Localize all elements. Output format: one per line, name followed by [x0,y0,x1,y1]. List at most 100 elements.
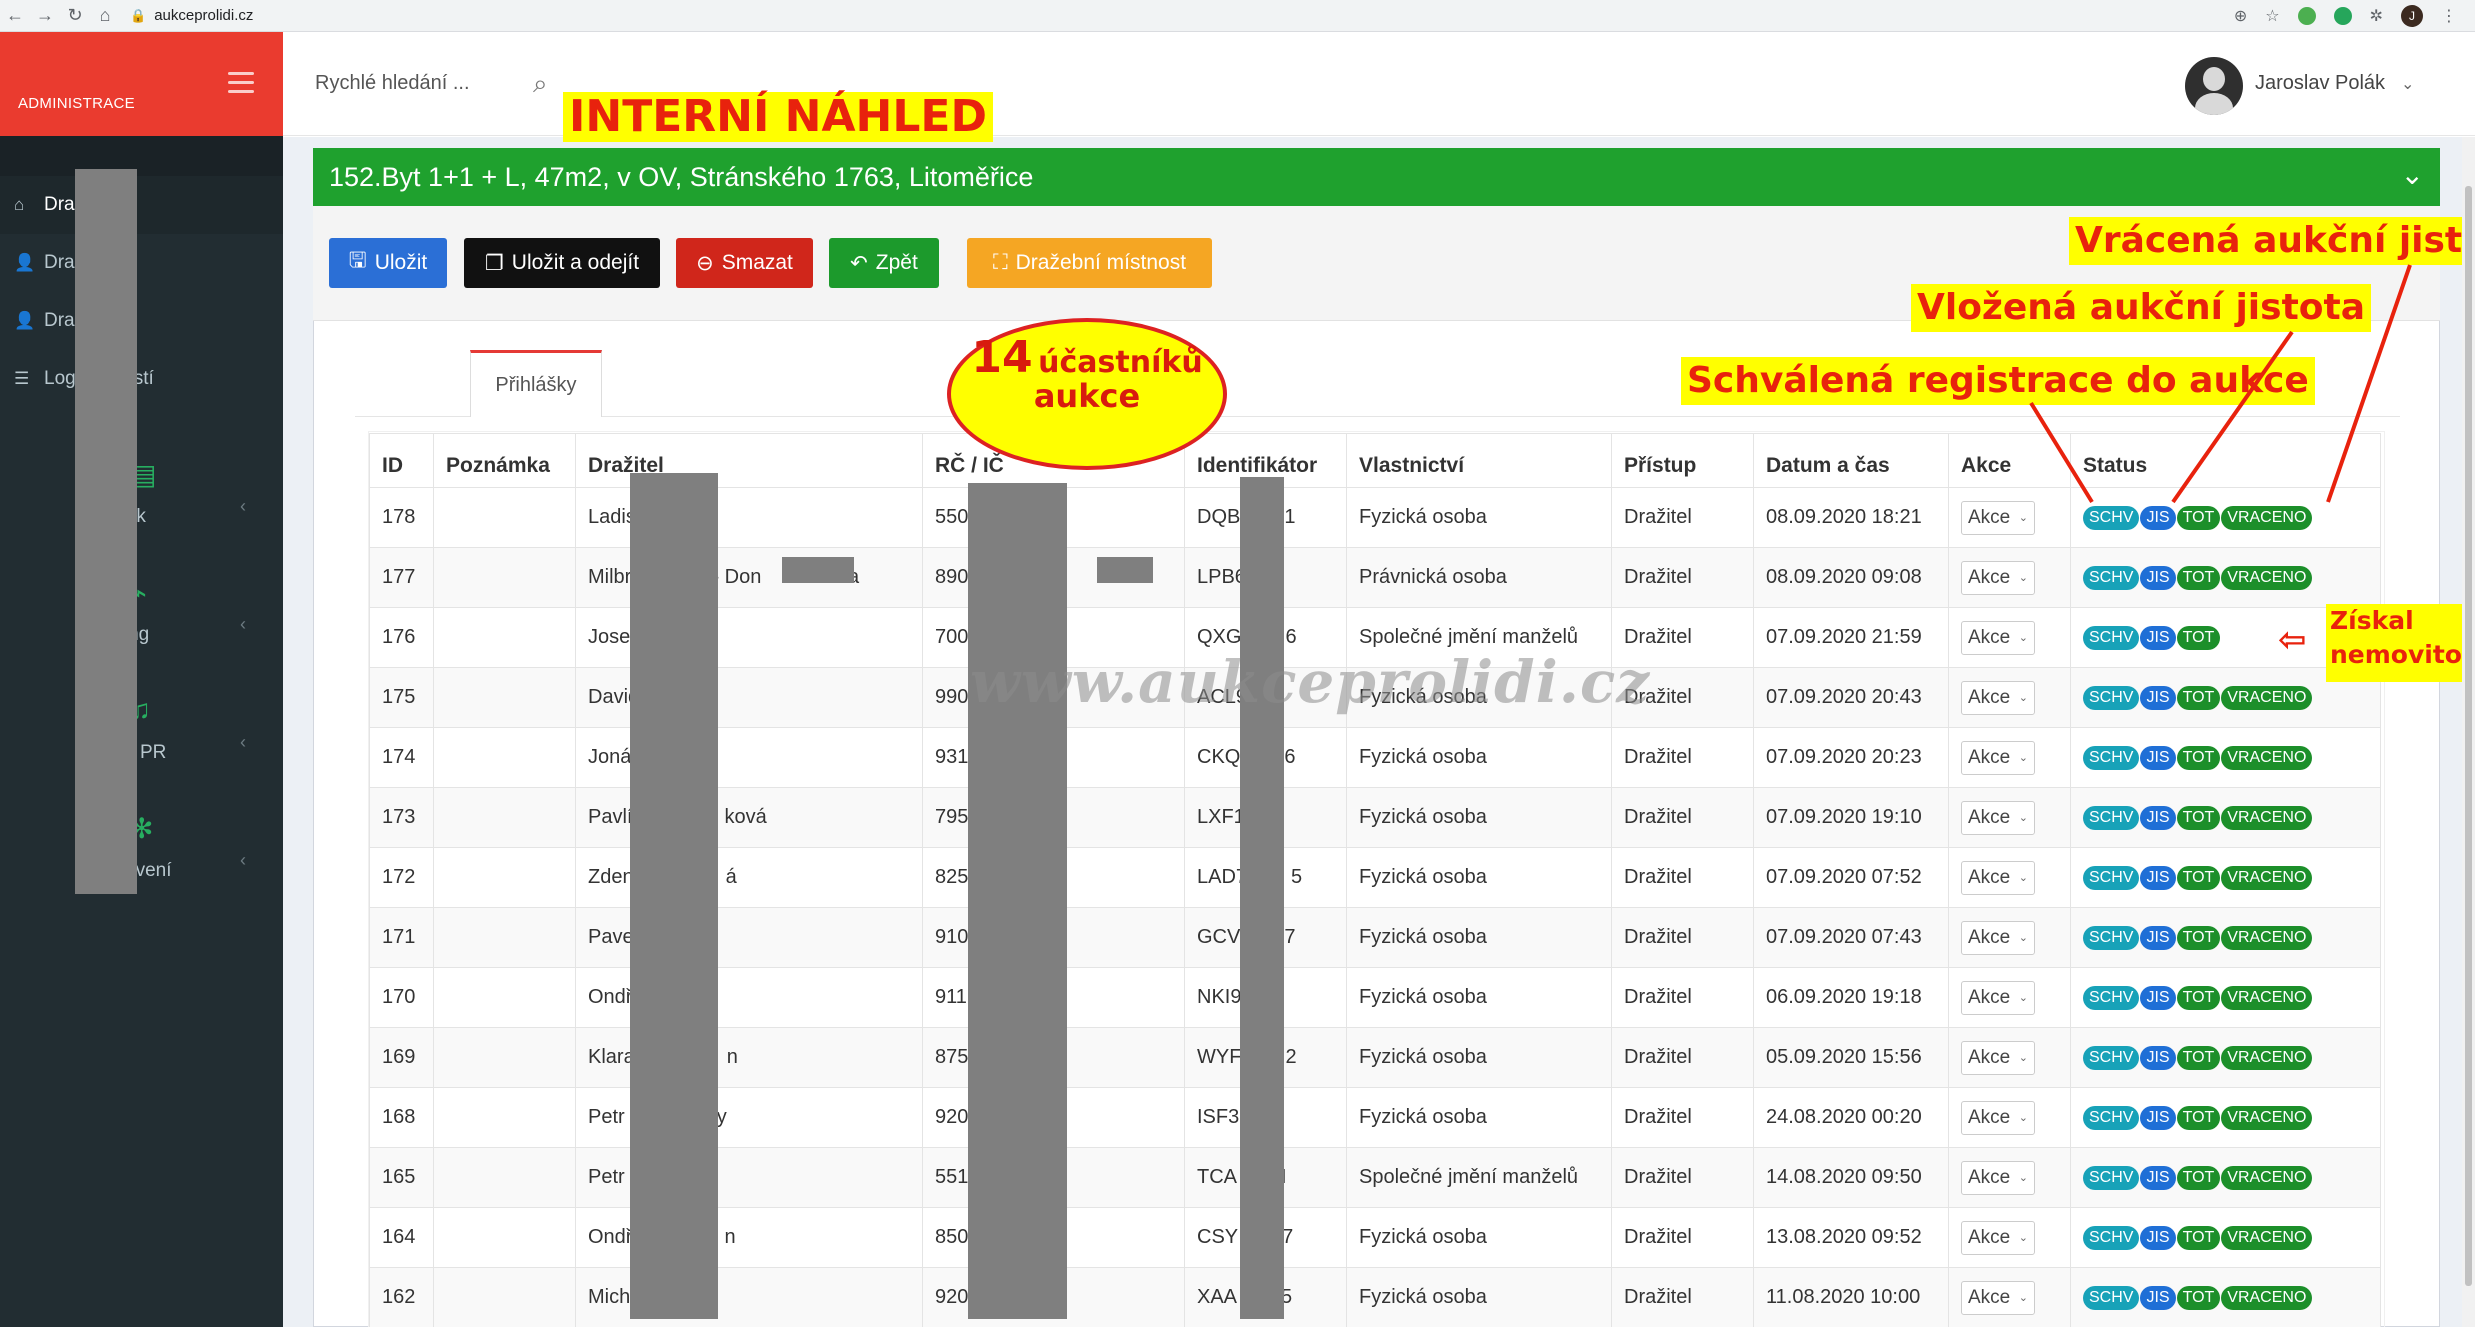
action-select[interactable]: Akce ⌄ [1961,1220,2035,1255]
status-badge-jis[interactable]: JIS [2140,806,2176,830]
sidebar-item-bidders[interactable]: 👤 Dra [0,234,283,292]
forward-arrow-icon[interactable]: → [30,0,60,32]
status-badge-tot[interactable]: TOT [2176,1166,2221,1190]
action-select[interactable]: Akce ⌄ [1961,1160,2035,1195]
home-icon[interactable]: ⌂ [90,0,120,32]
status-badge-schv[interactable]: SCHV [2083,1226,2140,1250]
col-header-status[interactable]: Status [2070,433,2381,488]
status-badge-tot[interactable]: TOT [2176,1106,2221,1130]
status-badge-tot[interactable]: TOT [2176,566,2221,590]
status-badge-vraceno[interactable]: VRACENO [2221,806,2313,830]
status-badge-jis[interactable]: JIS [2140,506,2176,530]
action-select[interactable]: Akce ⌄ [1961,740,2035,775]
col-header-action[interactable]: Akce [1948,433,2071,488]
col-header-note[interactable]: Poznámka [433,433,576,488]
status-badge-schv[interactable]: SCHV [2083,1286,2140,1310]
status-badge-vraceno[interactable]: VRACENO [2221,926,2313,950]
extension-shield-icon[interactable] [2297,6,2316,25]
col-header-id[interactable]: ID [369,433,434,488]
action-select[interactable]: Akce ⌄ [1961,920,2035,955]
back-arrow-icon[interactable]: ← [0,0,30,32]
more-menu-icon[interactable]: ⋮ [2441,6,2457,26]
status-badge-tot[interactable]: TOT [2176,686,2221,710]
status-badge-vraceno[interactable]: VRACENO [2221,1226,2313,1250]
status-badge-jis[interactable]: JIS [2140,1046,2176,1070]
col-header-datetime[interactable]: Datum a čas [1753,433,1949,488]
browser-profile-avatar[interactable]: J [2401,4,2423,27]
status-badge-jis[interactable]: JIS [2140,626,2176,650]
panel-header[interactable]: 152.Byt 1+1 + L, 47m2, v OV, Stránského … [313,148,2440,206]
status-badge-schv[interactable]: SCHV [2083,866,2140,890]
status-badge-tot[interactable]: TOT [2176,506,2221,530]
col-header-ownership[interactable]: Vlastnictví [1346,433,1612,488]
status-badge-vraceno[interactable]: VRACENO [2221,746,2313,770]
brand-label[interactable]: ADMINISTRACE [18,95,135,112]
status-badge-schv[interactable]: SCHV [2083,506,2140,530]
status-badge-vraceno[interactable]: VRACENO [2221,1046,2313,1070]
status-badge-tot[interactable]: TOT [2176,746,2221,770]
status-badge-jis[interactable]: JIS [2140,686,2176,710]
status-badge-schv[interactable]: SCHV [2083,626,2140,650]
status-badge-tot[interactable]: TOT [2176,1286,2221,1310]
status-badge-tot[interactable]: TOT [2176,926,2221,950]
status-badge-jis[interactable]: JIS [2140,866,2176,890]
status-badge-tot[interactable]: TOT [2176,866,2221,890]
status-badge-jis[interactable]: JIS [2140,566,2176,590]
search-icon[interactable]: ⌕ [533,68,548,100]
status-badge-vraceno[interactable]: VRACENO [2221,566,2313,590]
scrollbar-thumb[interactable] [2465,186,2472,1286]
action-select[interactable]: Akce ⌄ [1961,1100,2035,1135]
action-select[interactable]: Akce ⌄ [1961,980,2035,1015]
status-badge-schv[interactable]: SCHV [2083,1106,2140,1130]
hamburger-menu-icon[interactable] [228,72,254,99]
extension-grammar-icon[interactable] [2333,6,2352,25]
action-select[interactable]: Akce ⌄ [1961,500,2035,535]
reload-icon[interactable]: ↻ [60,0,90,32]
status-badge-schv[interactable]: SCHV [2083,806,2140,830]
action-select[interactable]: Akce ⌄ [1961,1280,2035,1315]
status-badge-schv[interactable]: SCHV [2083,926,2140,950]
user-name[interactable]: Jaroslav Polák [2255,72,2385,95]
status-badge-vraceno[interactable]: VRACENO [2221,686,2313,710]
address-bar[interactable]: aukceprolidi.cz [154,7,253,24]
status-badge-tot[interactable]: TOT [2176,806,2221,830]
status-badge-schv[interactable]: SCHV [2083,986,2140,1010]
status-badge-jis[interactable]: JIS [2140,986,2176,1010]
status-badge-tot[interactable]: TOT [2176,1046,2221,1070]
status-badge-jis[interactable]: JIS [2140,746,2176,770]
sidebar-item-bidders-2[interactable]: 👤 Dra [0,292,283,350]
star-icon[interactable]: ☆ [2265,6,2279,26]
status-badge-schv[interactable]: SCHV [2083,566,2140,590]
sidebar-group-settings[interactable]: ✻ avení ‹ [0,790,283,908]
delete-button[interactable]: ⊖ Smazat [676,238,813,288]
action-select[interactable]: Akce ⌄ [1961,1040,2035,1075]
status-badge-schv[interactable]: SCHV [2083,1046,2140,1070]
save-and-exit-button[interactable]: ❐ Uložit a odejít [464,238,660,288]
status-badge-schv[interactable]: SCHV [2083,686,2140,710]
quick-search-input[interactable]: Rychlé hledání ... [315,72,470,95]
status-badge-tot[interactable]: TOT [2176,1226,2221,1250]
back-button[interactable]: ↶ Zpět [829,238,939,288]
status-badge-jis[interactable]: JIS [2140,1286,2176,1310]
chevron-down-icon[interactable]: ⌄ [2401,158,2424,191]
status-badge-vraceno[interactable]: VRACENO [2221,1106,2313,1130]
status-badge-vraceno[interactable]: VRACENO [2221,1166,2313,1190]
sidebar-group-marketing[interactable]: ⌁ eting ‹ [0,554,283,672]
status-badge-schv[interactable]: SCHV [2083,746,2140,770]
sidebar-group-properties[interactable]: ▤ etek ‹ [0,436,283,554]
action-select[interactable]: Akce ⌄ [1961,800,2035,835]
zoom-icon[interactable]: ⊕ [2234,6,2247,26]
action-select[interactable]: Akce ⌄ [1961,560,2035,595]
status-badge-vraceno[interactable]: VRACENO [2221,506,2313,530]
col-header-access[interactable]: Přístup [1611,433,1754,488]
status-badge-vraceno[interactable]: VRACENO [2221,986,2313,1010]
status-badge-jis[interactable]: JIS [2140,1226,2176,1250]
auction-room-button[interactable]: ⛶ Dražební místnost [967,238,1212,288]
status-badge-schv[interactable]: SCHV [2083,1166,2140,1190]
status-badge-jis[interactable]: JIS [2140,1166,2176,1190]
status-badge-jis[interactable]: JIS [2140,1106,2176,1130]
chevron-down-icon[interactable]: ⌄ [2401,74,2414,94]
tab-registrations[interactable]: Přihlášky [470,350,602,417]
status-badge-jis[interactable]: JIS [2140,926,2176,950]
sidebar-group-pr[interactable]: ♫ PR ‹ [0,672,283,790]
